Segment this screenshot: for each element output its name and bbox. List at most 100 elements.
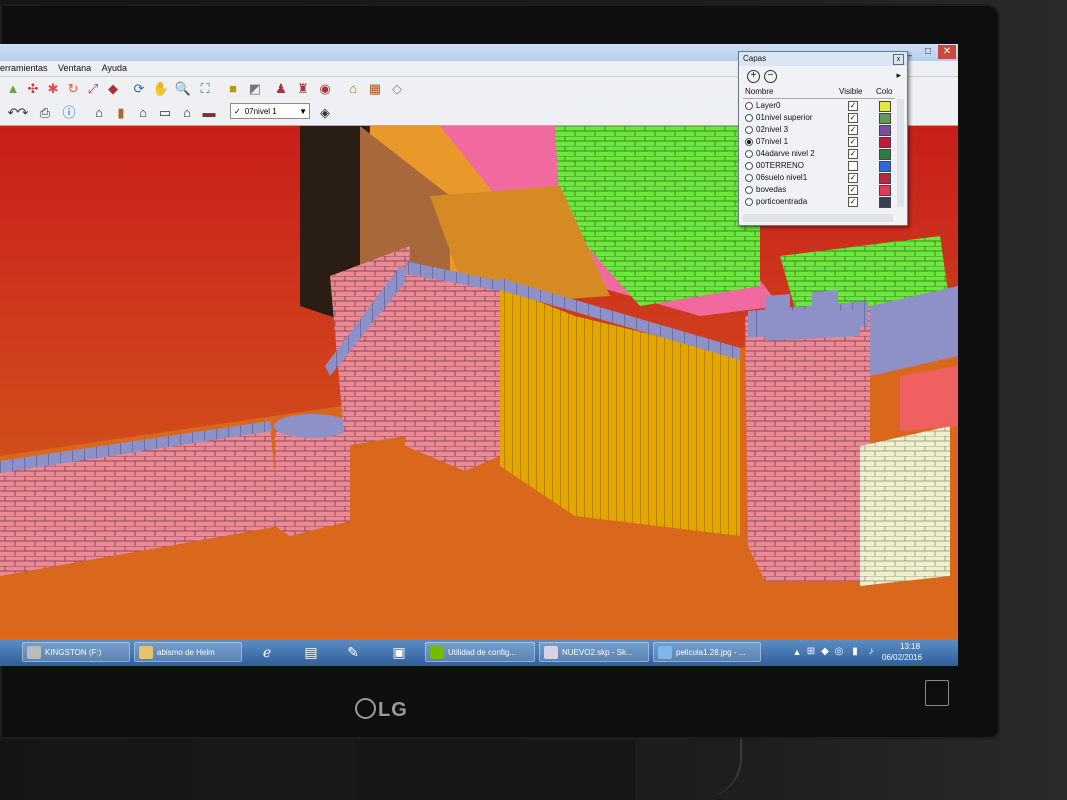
menu-herramientas[interactable]: erramientas (0, 61, 48, 76)
layers-panel-title: Capas (739, 52, 907, 66)
components-icon[interactable]: ■ (224, 80, 242, 98)
followme-icon[interactable]: ↻ (64, 80, 82, 98)
menu-ventana[interactable]: Ventana (58, 61, 91, 76)
info-icon[interactable]: ⓘ (60, 104, 78, 122)
back-view-icon[interactable]: ▭ (156, 104, 174, 122)
layer-color-swatch[interactable] (879, 161, 891, 172)
clock-date[interactable]: 06/02/2016 (882, 653, 922, 662)
print-icon[interactable]: ⎙ (36, 104, 54, 122)
layer-color-swatch[interactable] (879, 101, 891, 112)
layer-row[interactable]: 07nivel 1 ✓ (743, 136, 895, 148)
maximize-icon[interactable]: □ (919, 45, 937, 59)
layer-color-swatch[interactable] (879, 113, 891, 124)
details-icon[interactable]: ▸ (896, 70, 901, 81)
visible-checkbox[interactable]: ✓ (848, 137, 858, 147)
tower-round (405, 266, 500, 471)
network-icon[interactable]: ◆ (818, 642, 832, 662)
layers-header: Nombre Visible Colo (743, 87, 895, 99)
monitor-stand (355, 740, 635, 800)
col-visible[interactable]: Visible (839, 87, 862, 96)
menu-ayuda[interactable]: Ayuda (102, 61, 127, 76)
layer-color-swatch[interactable] (879, 137, 891, 148)
layer-row[interactable]: 02nivel 3 ✓ (743, 124, 895, 136)
active-layer-radio[interactable] (745, 150, 753, 158)
explorer-icon[interactable]: ▣ (386, 642, 412, 662)
share-model-icon[interactable]: ▦ (366, 80, 384, 98)
visible-checkbox[interactable]: ✓ (848, 149, 858, 159)
look-around-icon[interactable]: ◉ (316, 80, 334, 98)
paint-icon[interactable]: ✎ (340, 642, 366, 662)
orbit-icon[interactable]: ⟳ (130, 80, 148, 98)
layer-color-swatch[interactable] (879, 185, 891, 196)
active-layer-radio[interactable] (745, 126, 753, 134)
left-view-icon[interactable]: ⌂ (178, 104, 196, 122)
visible-checkbox[interactable]: ✓ (848, 197, 858, 207)
right-view-icon[interactable]: ⌂ (134, 104, 152, 122)
layer-row[interactable]: Layer0 ✓ (743, 100, 895, 112)
col-name[interactable]: Nombre (745, 87, 773, 96)
top-view-icon[interactable]: ▬ (200, 104, 218, 122)
visible-checkbox[interactable]: ✓ (848, 185, 858, 195)
redo-icon[interactable]: ↷ (14, 104, 32, 122)
visible-checkbox[interactable]: ✓ (848, 125, 858, 135)
active-layer-radio[interactable] (745, 102, 753, 110)
zoom-extents-icon[interactable]: ⛶ (196, 80, 214, 98)
warehouse-icon[interactable]: ⌂ (344, 80, 362, 98)
layer-row[interactable]: 04adarve nivel 2 ✓ (743, 148, 895, 160)
task-kingston[interactable]: KINGSTON (F:) (22, 642, 130, 662)
close-icon[interactable]: x (893, 54, 904, 65)
rotate-icon[interactable]: ✱ (44, 80, 62, 98)
update-icon[interactable]: ◎ (832, 642, 846, 662)
layer-row[interactable]: porticoentrada ✓ (743, 196, 895, 208)
layer-color-swatch[interactable] (879, 149, 891, 160)
layer-row[interactable]: bovedas ✓ (743, 184, 895, 196)
task-nvidia[interactable]: Utilidad de config... (425, 642, 535, 662)
layer-manager-icon[interactable]: ◈ (316, 104, 334, 122)
layer-row[interactable]: 06suelo nivel1 ✓ (743, 172, 895, 184)
layer-color-swatch[interactable] (879, 173, 891, 184)
visible-checkbox[interactable] (848, 161, 858, 171)
notepad-icon[interactable]: ▤ (298, 642, 324, 662)
front-view-icon[interactable]: ▮ (112, 104, 130, 122)
layer-color-swatch[interactable] (879, 125, 891, 136)
active-layer-radio[interactable] (745, 162, 753, 170)
signal-icon[interactable]: ▮ (848, 642, 862, 662)
extension-icon[interactable]: ◇ (388, 80, 406, 98)
layer-select[interactable]: ✓ 07nivel 1 ▼ (230, 103, 310, 119)
visible-checkbox[interactable]: ✓ (848, 113, 858, 123)
section-icon[interactable]: ◩ (246, 80, 264, 98)
col-color[interactable]: Colo (876, 87, 892, 96)
task-image[interactable]: pelicula1.28.jpg - ... (653, 642, 761, 662)
pan-icon[interactable]: ✋ (152, 80, 170, 98)
walk-icon[interactable]: ♟ (272, 80, 290, 98)
remove-layer-icon[interactable]: − (764, 70, 777, 83)
scale-icon[interactable]: ⤢ (84, 80, 102, 98)
active-layer-radio[interactable] (745, 138, 753, 146)
task-sketchup[interactable]: NUEVO2.skp - Sk... (539, 642, 649, 662)
position-camera-icon[interactable]: ♜ (294, 80, 312, 98)
layers-scrollbar[interactable] (897, 99, 904, 207)
task-folder[interactable]: abismo de Helm (134, 642, 242, 662)
active-layer-radio[interactable] (745, 198, 753, 206)
layer-row[interactable]: 01nivel superior ✓ (743, 112, 895, 124)
layers-hscrollbar[interactable] (743, 214, 893, 222)
pushpull-icon[interactable]: ▲ (4, 80, 22, 98)
layer-row[interactable]: 00TERRENO (743, 160, 895, 172)
ie-icon[interactable]: ℯ (254, 642, 280, 662)
offset-icon[interactable]: ◆ (104, 80, 122, 98)
zoom-icon[interactable]: 🔍 (174, 80, 192, 98)
active-layer-radio[interactable] (745, 186, 753, 194)
volume-icon[interactable]: ♪ (864, 642, 878, 662)
layer-color-swatch[interactable] (879, 197, 891, 208)
visible-checkbox[interactable]: ✓ (848, 101, 858, 111)
active-layer-radio[interactable] (745, 174, 753, 182)
clock-time[interactable]: 13:18 (900, 642, 920, 651)
add-layer-icon[interactable]: + (747, 70, 760, 83)
visible-checkbox[interactable]: ✓ (848, 173, 858, 183)
close-icon[interactable]: ✕ (938, 45, 956, 59)
active-layer-radio[interactable] (745, 114, 753, 122)
tray-expand-icon[interactable]: ▲ (790, 642, 804, 662)
iso-view-icon[interactable]: ⌂ (90, 104, 108, 122)
move-icon[interactable]: ✣ (24, 80, 42, 98)
windows-icon[interactable]: ⊞ (804, 642, 818, 662)
